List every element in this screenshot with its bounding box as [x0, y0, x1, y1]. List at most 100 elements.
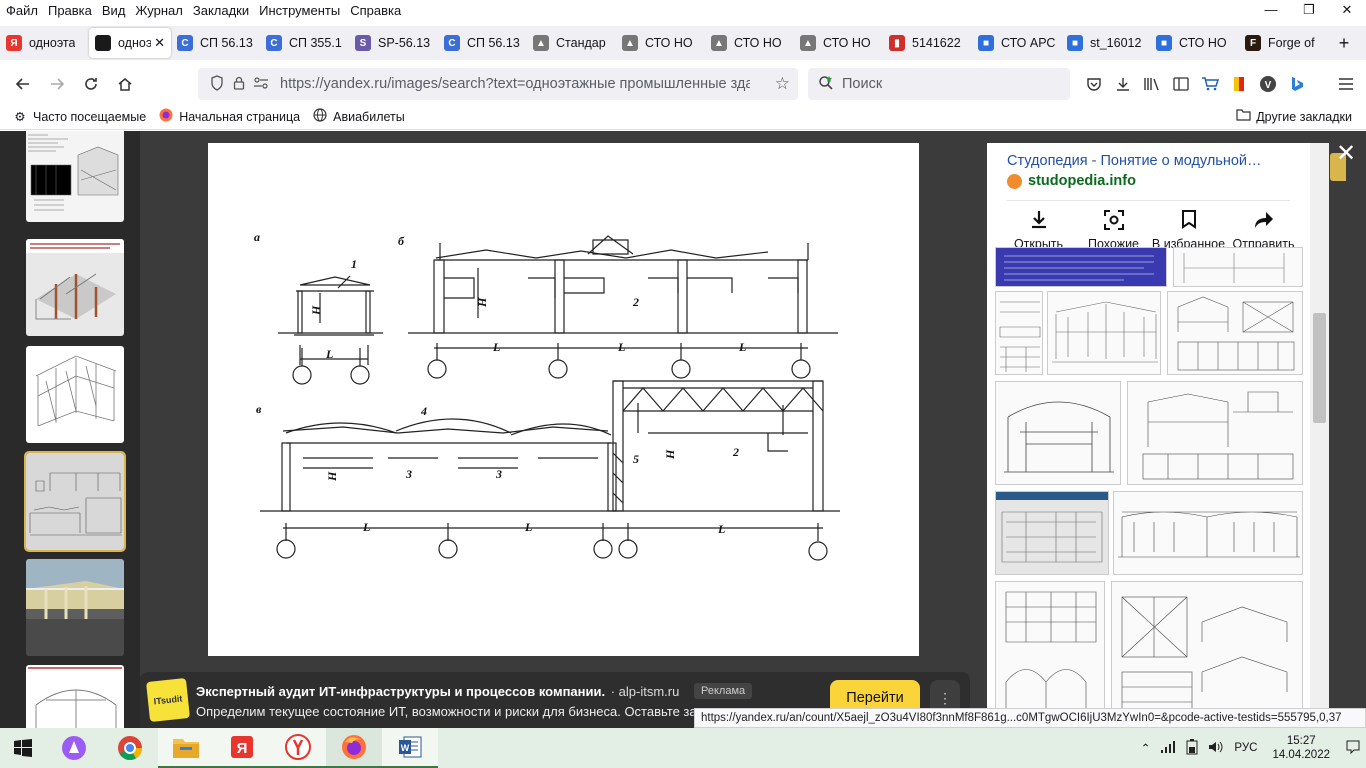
tab-2[interactable]: одноэ ✕ [89, 28, 171, 58]
tab-12[interactable]: ■ СТО АРС [972, 28, 1061, 58]
alice-button[interactable] [46, 728, 102, 768]
new-tab-button[interactable]: + [1334, 33, 1354, 54]
related-image-11[interactable] [1111, 581, 1303, 728]
bookmark-flag-icon[interactable] [1225, 70, 1253, 98]
related-image-9[interactable] [1113, 491, 1303, 575]
related-image-7[interactable] [1127, 381, 1303, 485]
bookmark-label: Авиабилеты [333, 109, 405, 124]
similar-button[interactable]: Похожие [1076, 209, 1151, 251]
minimize-button[interactable]: — [1252, 0, 1290, 20]
bookmark-most-visited[interactable]: ⚙ Часто посещаемые [12, 109, 146, 125]
tab-13[interactable]: ■ st_16012 [1061, 28, 1150, 58]
search-bar[interactable]: Поиск [808, 68, 1070, 100]
tab-8[interactable]: ▲ СТО НО [616, 28, 705, 58]
favorite-button[interactable]: В избранное [1151, 209, 1226, 251]
menu-icon[interactable] [1332, 70, 1360, 98]
menu-file[interactable]: Файл [0, 3, 43, 18]
close-viewer-button[interactable]: ✕ [1336, 139, 1356, 168]
cart-icon[interactable] [1196, 70, 1224, 98]
shield-icon[interactable] [206, 74, 228, 94]
related-image-4[interactable] [1047, 291, 1161, 375]
tab-bar: Яодноэта одноэ ✕ C СП 56.13 C СП 355.1 S SP-56.1… [0, 26, 1366, 60]
download-icon [1001, 209, 1076, 237]
thumbnail-6[interactable] [26, 665, 124, 728]
tab-15[interactable]: F Forge of [1239, 28, 1328, 58]
network-icon[interactable] [1160, 740, 1176, 757]
thumbnail-3[interactable] [26, 346, 124, 443]
notifications-icon[interactable] [1345, 739, 1361, 758]
pocket-icon[interactable] [1080, 70, 1108, 98]
menu-bookmarks[interactable]: Закладки [188, 3, 254, 18]
chevron-up-icon[interactable]: ⌃ [1141, 741, 1151, 755]
tab-5[interactable]: S SP-56.13 [349, 28, 438, 58]
tab-11[interactable]: ▮ 5141622 [883, 28, 972, 58]
back-button[interactable] [8, 69, 38, 99]
related-image-6[interactable] [995, 381, 1121, 485]
lock-icon[interactable] [228, 76, 250, 93]
share-button[interactable]: Отправить [1226, 209, 1301, 251]
volume-icon[interactable] [1208, 740, 1224, 757]
forward-button[interactable] [42, 69, 72, 99]
start-button[interactable] [0, 728, 46, 768]
battery-icon[interactable] [1186, 738, 1198, 758]
related-image-2[interactable] [1173, 247, 1303, 287]
bookmark-start-page[interactable]: Начальная страница [158, 108, 300, 125]
related-image-3[interactable] [995, 291, 1043, 375]
close-window-button[interactable]: ✕ [1328, 0, 1366, 20]
related-image-5[interactable] [1167, 291, 1303, 375]
bing-icon[interactable] [1283, 70, 1311, 98]
main-image[interactable]: а б в 1 2 2 3 3 4 5 H H H H L L L L L L [208, 143, 919, 656]
tab-3[interactable]: C СП 56.13 [171, 28, 260, 58]
word-button[interactable]: W [382, 728, 438, 768]
other-bookmarks-label: Другие закладки [1256, 109, 1352, 124]
vpn-icon[interactable]: V [1254, 70, 1282, 98]
menu-view[interactable]: Вид [97, 3, 131, 18]
tab-14[interactable]: ■ СТО НО [1150, 28, 1239, 58]
thumbnail-2[interactable] [26, 239, 124, 336]
search-placeholder: Поиск [842, 76, 883, 92]
thumbnail-1[interactable] [26, 131, 124, 222]
thumbnail-5[interactable] [26, 559, 124, 656]
bookmark-flights[interactable]: Авиабилеты [312, 108, 405, 125]
menu-tools[interactable]: Инструменты [254, 3, 345, 18]
related-image-1[interactable] [995, 247, 1167, 287]
source-title-link[interactable]: Студопедия - Понятие о модульной… [1007, 153, 1262, 169]
tab-9[interactable]: ▲ СТО НО [705, 28, 794, 58]
tab-10[interactable]: ▲ СТО НО [794, 28, 883, 58]
menu-help[interactable]: Справка [345, 3, 406, 18]
yandex-app-button[interactable] [270, 728, 326, 768]
related-image-8[interactable] [995, 491, 1109, 575]
explorer-button[interactable] [158, 728, 214, 768]
source-site-link[interactable]: studopedia.info [1007, 173, 1136, 189]
firefox-button[interactable] [326, 728, 382, 768]
other-bookmarks[interactable]: Другие закладки [1236, 109, 1352, 124]
downloads-icon[interactable] [1109, 70, 1137, 98]
scrollbar-thumb[interactable] [1313, 313, 1326, 423]
ad-title: Экспертный аудит ИТ-инфраструктуры и про… [196, 684, 606, 699]
language-indicator[interactable]: РУС [1234, 742, 1257, 754]
permissions-icon[interactable] [250, 76, 272, 93]
reload-button[interactable] [76, 69, 106, 99]
chrome-button[interactable] [102, 728, 158, 768]
yandex-browser-button[interactable]: Я [214, 728, 270, 768]
panel-scrollbar[interactable] [1310, 143, 1329, 728]
home-button[interactable] [110, 69, 140, 99]
clock[interactable]: 15:27 14.04.2022 [1272, 734, 1330, 762]
related-image-10[interactable] [995, 581, 1105, 728]
library-icon[interactable] [1138, 70, 1166, 98]
address-bar[interactable]: https://yandex.ru/images/search?text=одн… [198, 68, 798, 100]
thumbnail-4-selected[interactable] [24, 451, 126, 552]
ad-title-row[interactable]: Экспертный аудит ИТ-инфраструктуры и про… [196, 684, 679, 699]
sidebar-icon[interactable] [1167, 70, 1195, 98]
bookmark-star-icon[interactable]: ☆ [775, 74, 790, 94]
url-text[interactable]: https://yandex.ru/images/search?text=одн… [280, 76, 750, 92]
restore-button[interactable]: ❐ [1290, 0, 1328, 20]
close-tab-icon[interactable]: ✕ [154, 35, 165, 51]
tab-4[interactable]: C СП 355.1 [260, 28, 349, 58]
tab-6[interactable]: C СП 56.13 [438, 28, 527, 58]
open-button[interactable]: Открыть [1001, 209, 1076, 251]
tab-1[interactable]: Яодноэта [0, 28, 89, 58]
menu-edit[interactable]: Правка [43, 3, 97, 18]
tab-7[interactable]: ▲ Стандар [527, 28, 616, 58]
menu-history[interactable]: Журнал [130, 3, 187, 18]
